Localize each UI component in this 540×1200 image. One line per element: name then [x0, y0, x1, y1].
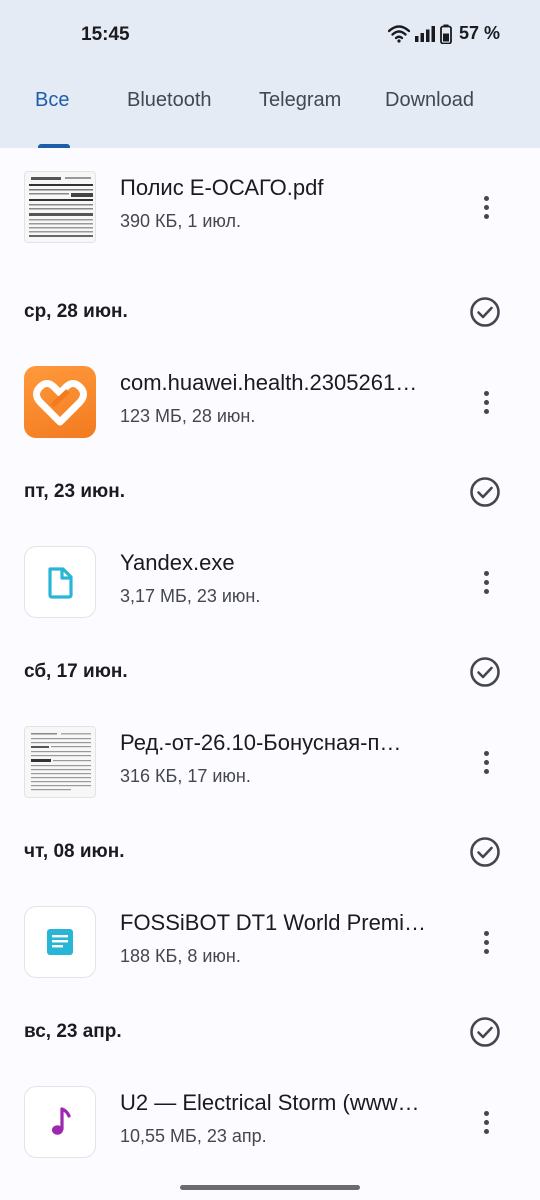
wifi-icon — [387, 24, 410, 43]
file-name: FOSSiBOT DT1 World Premi… — [120, 910, 427, 935]
top-app-bar: 15:45 57 % Все Bluetooth Telegram Downlo… — [0, 0, 540, 148]
file-item[interactable]: U2 — Electrical Storm (www… 10,55 МБ, 23… — [0, 1078, 540, 1168]
select-all-check-icon[interactable] — [469, 656, 501, 688]
pdf-preview-thumbnail — [24, 171, 96, 243]
date-label: чт, 08 июн. — [24, 841, 125, 862]
more-options-icon[interactable] — [474, 187, 498, 227]
more-options-icon[interactable] — [474, 382, 498, 422]
active-tab-indicator — [38, 144, 70, 148]
tab-bluetooth[interactable]: Bluetooth — [127, 89, 212, 112]
file-name: com.huawei.health.2305261… — [120, 370, 418, 395]
date-group-header: ср, 28 июн. — [0, 282, 540, 342]
file-item[interactable]: Yandex.exe 3,17 МБ, 23 июн. — [0, 538, 540, 628]
file-meta: 10,55 МБ, 23 апр. — [120, 1126, 267, 1146]
file-item[interactable]: Полис Е-ОСАГО.pdf 390 КБ, 1 июл. — [0, 163, 540, 253]
date-group-header: вс, 23 апр. — [0, 1002, 540, 1062]
more-options-icon[interactable] — [474, 922, 498, 962]
tab-all[interactable]: Все — [35, 89, 69, 112]
file-name: Полис Е-ОСАГО.pdf — [120, 175, 324, 200]
gesture-navigation-bar[interactable] — [180, 1185, 360, 1190]
date-label: пт, 23 июн. — [24, 481, 125, 502]
select-all-check-icon[interactable] — [469, 836, 501, 868]
music-note-icon — [24, 1086, 96, 1158]
battery-percent: 57 % — [458, 23, 500, 43]
status-time: 15:45 — [81, 24, 130, 45]
signal-icon — [414, 25, 435, 42]
file-name: Ред.-от-26.10-Бонусная-п… — [120, 730, 402, 755]
date-label: сб, 17 июн. — [24, 661, 128, 682]
file-icon — [24, 546, 96, 618]
file-name: U2 — Electrical Storm (www… — [120, 1090, 420, 1115]
date-group-header: пт, 23 июн. — [0, 462, 540, 522]
file-meta: 390 КБ, 1 июл. — [120, 211, 242, 231]
document-preview-thumbnail — [24, 726, 96, 798]
select-all-check-icon[interactable] — [469, 476, 501, 508]
file-item[interactable]: com.huawei.health.2305261… 123 МБ, 28 ию… — [0, 358, 540, 448]
huawei-health-app-icon — [24, 366, 96, 438]
more-options-icon[interactable] — [474, 1102, 498, 1142]
file-item[interactable]: Ред.-от-26.10-Бонусная-п… 316 КБ, 17 июн… — [0, 718, 540, 808]
file-item[interactable]: FOSSiBOT DT1 World Premi… 188 КБ, 8 июн. — [0, 898, 540, 988]
more-options-icon[interactable] — [474, 562, 498, 602]
date-label: ср, 28 июн. — [24, 301, 128, 322]
battery-icon — [440, 24, 452, 44]
date-group-header: сб, 17 июн. — [0, 642, 540, 702]
status-icons: 57 % — [387, 23, 500, 44]
select-all-check-icon[interactable] — [469, 1016, 501, 1048]
file-meta: 123 МБ, 28 июн. — [120, 406, 256, 426]
date-group-header: чт, 08 июн. — [0, 822, 540, 882]
file-meta: 3,17 МБ, 23 июн. — [120, 586, 261, 606]
text-document-icon — [24, 906, 96, 978]
tab-telegram[interactable]: Telegram — [259, 89, 341, 112]
tab-bar: Все Bluetooth Telegram Download — [0, 76, 540, 128]
date-label: вс, 23 апр. — [24, 1021, 122, 1042]
select-all-check-icon[interactable] — [469, 296, 501, 328]
more-options-icon[interactable] — [474, 742, 498, 782]
file-meta: 316 КБ, 17 июн. — [120, 766, 251, 786]
file-meta: 188 КБ, 8 июн. — [120, 946, 241, 966]
file-name: Yandex.exe — [120, 550, 235, 575]
tab-download[interactable]: Download — [385, 89, 474, 112]
status-bar: 15:45 57 % — [0, 0, 540, 70]
